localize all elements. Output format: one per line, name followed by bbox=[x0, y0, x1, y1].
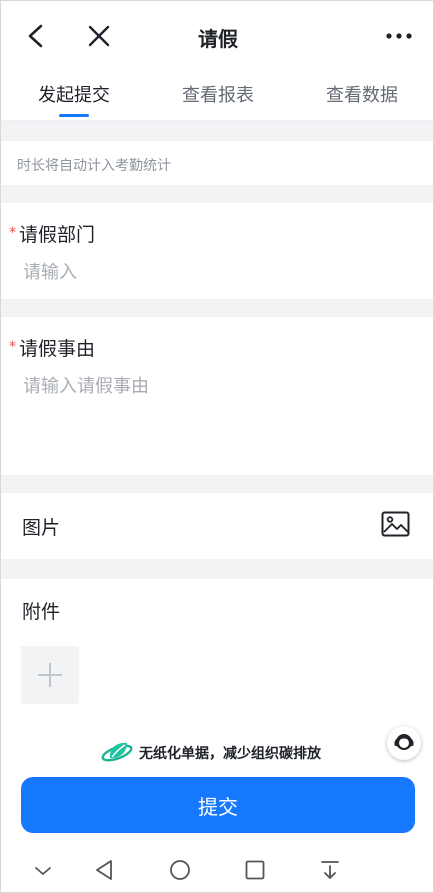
tab-submit[interactable]: 发起提交 bbox=[38, 81, 110, 107]
tab-bar: 发起提交 查看报表 查看数据 bbox=[1, 71, 433, 121]
headset-icon bbox=[394, 734, 414, 750]
nav-recents-icon[interactable] bbox=[241, 857, 269, 883]
app-frame: 请假 发起提交 查看报表 查看数据 时长将自动计入考勤统计 * 请假部门 请输入… bbox=[0, 0, 434, 893]
attachment-field: 附件 bbox=[1, 579, 433, 727]
reason-textarea[interactable]: 请输入请假事由 bbox=[23, 372, 149, 398]
customer-service-button[interactable] bbox=[387, 726, 421, 760]
page-title: 请假 bbox=[198, 27, 238, 51]
tab-report[interactable]: 查看报表 bbox=[182, 81, 254, 107]
department-input[interactable]: 请输入 bbox=[23, 258, 77, 284]
nav-home-icon[interactable] bbox=[166, 857, 194, 883]
attachment-label: 附件 bbox=[22, 601, 61, 623]
image-upload-icon[interactable] bbox=[381, 511, 410, 537]
add-attachment-button[interactable] bbox=[21, 646, 79, 704]
divider bbox=[1, 120, 433, 121]
title-bar: 请假 bbox=[1, 1, 433, 71]
system-nav-bar bbox=[1, 847, 433, 892]
required-mark: * bbox=[9, 225, 16, 241]
reason-field[interactable]: * 请假事由 请输入请假事由 bbox=[1, 317, 433, 475]
nav-back-icon[interactable] bbox=[91, 857, 119, 883]
department-label: 请假部门 bbox=[19, 224, 96, 246]
collapse-icon[interactable] bbox=[29, 857, 57, 883]
more-icon[interactable] bbox=[383, 21, 415, 51]
active-tab-indicator bbox=[59, 114, 89, 117]
duration-hint-row: 时长将自动计入考勤统计 bbox=[1, 141, 433, 185]
tab-data[interactable]: 查看数据 bbox=[326, 81, 398, 107]
submit-area: 提交 bbox=[1, 777, 433, 847]
image-label: 图片 bbox=[22, 517, 61, 539]
department-field[interactable]: * 请假部门 请输入 bbox=[1, 203, 433, 299]
leaf-planet-icon bbox=[101, 742, 133, 762]
nav-download-icon[interactable] bbox=[316, 857, 344, 883]
slogan-text: 无纸化单据，减少组织碳排放 bbox=[139, 746, 321, 762]
slogan-bar: 无纸化单据，减少组织碳排放 bbox=[1, 727, 433, 777]
duration-hint: 时长将自动计入考勤统计 bbox=[17, 158, 171, 174]
required-mark: * bbox=[9, 339, 16, 355]
reason-label: 请假事由 bbox=[19, 338, 96, 360]
image-field[interactable]: 图片 bbox=[1, 493, 433, 559]
submit-button[interactable]: 提交 bbox=[21, 777, 415, 833]
